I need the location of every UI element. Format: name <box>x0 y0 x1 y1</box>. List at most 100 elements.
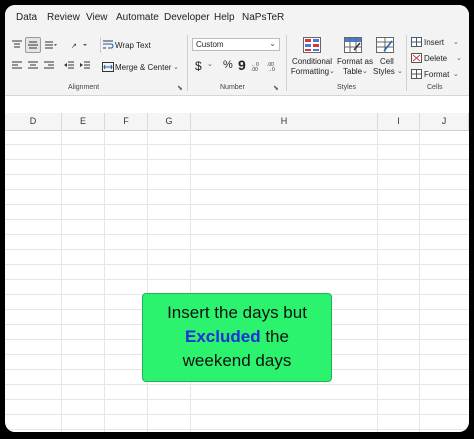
format-button[interactable]: Format <box>424 70 449 79</box>
grid-line <box>147 130 148 432</box>
cells-group-label: Cells <box>427 84 443 91</box>
align-left-icon[interactable] <box>11 61 23 71</box>
grid-line <box>419 130 420 432</box>
callout-line1: Insert the days but <box>167 303 307 322</box>
number-format-value: Custom <box>196 40 224 49</box>
grid-line <box>5 429 469 430</box>
grid-line <box>377 130 378 432</box>
grid-line <box>5 189 469 190</box>
svg-text:↗: ↗ <box>71 43 77 50</box>
menu-data[interactable]: Data <box>16 12 37 23</box>
format-as-table-icon[interactable] <box>344 37 362 53</box>
group-divider <box>406 35 407 91</box>
cell-styles-line2[interactable]: Styles <box>373 67 395 76</box>
dialog-launcher-icon[interactable]: ⬊ <box>177 84 183 92</box>
svg-text:→0: →0 <box>267 67 275 72</box>
align-center-icon[interactable] <box>27 61 39 71</box>
align-middle-icon[interactable] <box>25 37 41 53</box>
increase-indent-icon[interactable] <box>79 61 91 71</box>
formula-bar-area <box>5 96 469 114</box>
cell-styles-icon[interactable] <box>376 37 394 53</box>
grid-line <box>5 384 469 385</box>
callout-emphasis: Excluded <box>185 327 261 346</box>
percent-button[interactable]: % <box>223 59 233 71</box>
menu-bar: Data Review View Automate Developer Help… <box>5 5 469 31</box>
grid-line <box>5 174 469 175</box>
chevron-down-icon: ⌄ <box>269 39 276 48</box>
alignment-group-label: Alignment <box>68 84 100 91</box>
number-format-dropdown[interactable]: Custom ⌄ <box>192 38 280 51</box>
grid-line <box>190 130 191 432</box>
chevron-down-icon: ⌄ <box>362 68 368 75</box>
callout-line2: Excluded the <box>143 325 331 349</box>
group-divider <box>187 35 188 91</box>
excel-window: Data Review View Automate Developer Help… <box>5 5 469 432</box>
menu-automate[interactable]: Automate <box>116 12 159 23</box>
styles-group-label: Styles <box>337 84 357 91</box>
orientation-icon[interactable]: ↗ <box>71 40 89 50</box>
column-header-e[interactable]: E <box>62 113 105 130</box>
menu-view[interactable]: View <box>86 12 108 23</box>
format-as-table-button[interactable]: Format as <box>337 57 373 66</box>
menu-napster[interactable]: NaPsTeR <box>242 12 284 23</box>
chevron-down-icon: ⌄ <box>453 71 459 78</box>
grid-line <box>5 144 469 145</box>
chevron-down-icon[interactable]: ⌄ <box>207 60 213 68</box>
wrap-text-icon[interactable] <box>102 40 114 50</box>
chevron-down-icon: ⌄ <box>329 68 335 75</box>
menu-developer[interactable]: Developer <box>164 12 210 23</box>
callout-line3: weekend days <box>182 351 292 370</box>
ribbon: ↗ Wrap Text Merge & Center ⌄ Alignment ⬊… <box>5 31 469 96</box>
delete-cells-icon[interactable] <box>411 53 422 63</box>
callout-box: Insert the days but Excluded the weekend… <box>142 293 332 382</box>
grid-line <box>5 159 469 160</box>
grid-line <box>5 204 469 205</box>
ribbon-divider <box>100 37 101 53</box>
chevron-down-icon[interactable]: ⌄ <box>173 63 179 71</box>
insert-cells-icon[interactable] <box>411 37 422 47</box>
chevron-down-icon: ⌄ <box>453 39 459 46</box>
number-group-label: Number <box>220 84 245 91</box>
column-header-g[interactable]: G <box>148 113 191 130</box>
menu-review[interactable]: Review <box>47 12 80 23</box>
comma-style-button[interactable]: 9 <box>238 57 246 73</box>
currency-button[interactable]: $ <box>195 59 202 73</box>
format-as-table-line2[interactable]: Table <box>343 67 362 76</box>
chevron-down-icon: ⌄ <box>397 68 403 75</box>
svg-text:.00: .00 <box>251 67 258 72</box>
group-divider <box>286 35 287 91</box>
merge-center-button[interactable]: Merge & Center <box>115 63 171 72</box>
cell-styles-button[interactable]: Cell <box>380 57 394 66</box>
grid-line <box>5 219 469 220</box>
dialog-launcher-icon[interactable]: ⬊ <box>273 84 279 92</box>
grid-line <box>104 130 105 432</box>
column-header-h[interactable]: H <box>191 113 378 130</box>
callout-line2-text: the <box>260 327 289 346</box>
conditional-formatting-icon[interactable] <box>303 37 321 53</box>
align-top-icon[interactable] <box>11 40 23 50</box>
merge-center-icon[interactable] <box>102 62 114 72</box>
chevron-down-icon: ⌄ <box>456 55 462 62</box>
wrap-text-button[interactable]: Wrap Text <box>115 41 151 50</box>
column-header-f[interactable]: F <box>105 113 148 130</box>
column-header-i[interactable]: I <box>378 113 420 130</box>
conditional-formatting-button[interactable]: Conditional <box>290 57 334 66</box>
grid-line <box>5 249 469 250</box>
column-header-j[interactable]: J <box>420 113 469 130</box>
decrease-indent-icon[interactable] <box>63 61 75 71</box>
align-right-icon[interactable] <box>43 61 55 71</box>
decrease-decimal-icon[interactable]: .00 →0 <box>267 60 279 73</box>
increase-decimal-icon[interactable]: ←0.00 <box>251 60 263 73</box>
cell-grid[interactable] <box>5 130 469 432</box>
delete-button[interactable]: Delete <box>424 54 447 63</box>
grid-line <box>5 399 469 400</box>
column-header-d[interactable]: D <box>5 113 62 130</box>
insert-button[interactable]: Insert <box>424 38 444 47</box>
menu-help[interactable]: Help <box>214 12 235 23</box>
format-cells-icon[interactable] <box>411 69 422 79</box>
grid-line <box>61 130 62 432</box>
column-headers: D E F G H I J <box>5 113 469 131</box>
align-bottom-icon[interactable] <box>44 40 58 50</box>
grid-line <box>5 264 469 265</box>
conditional-formatting-line2[interactable]: Formatting <box>290 67 330 76</box>
